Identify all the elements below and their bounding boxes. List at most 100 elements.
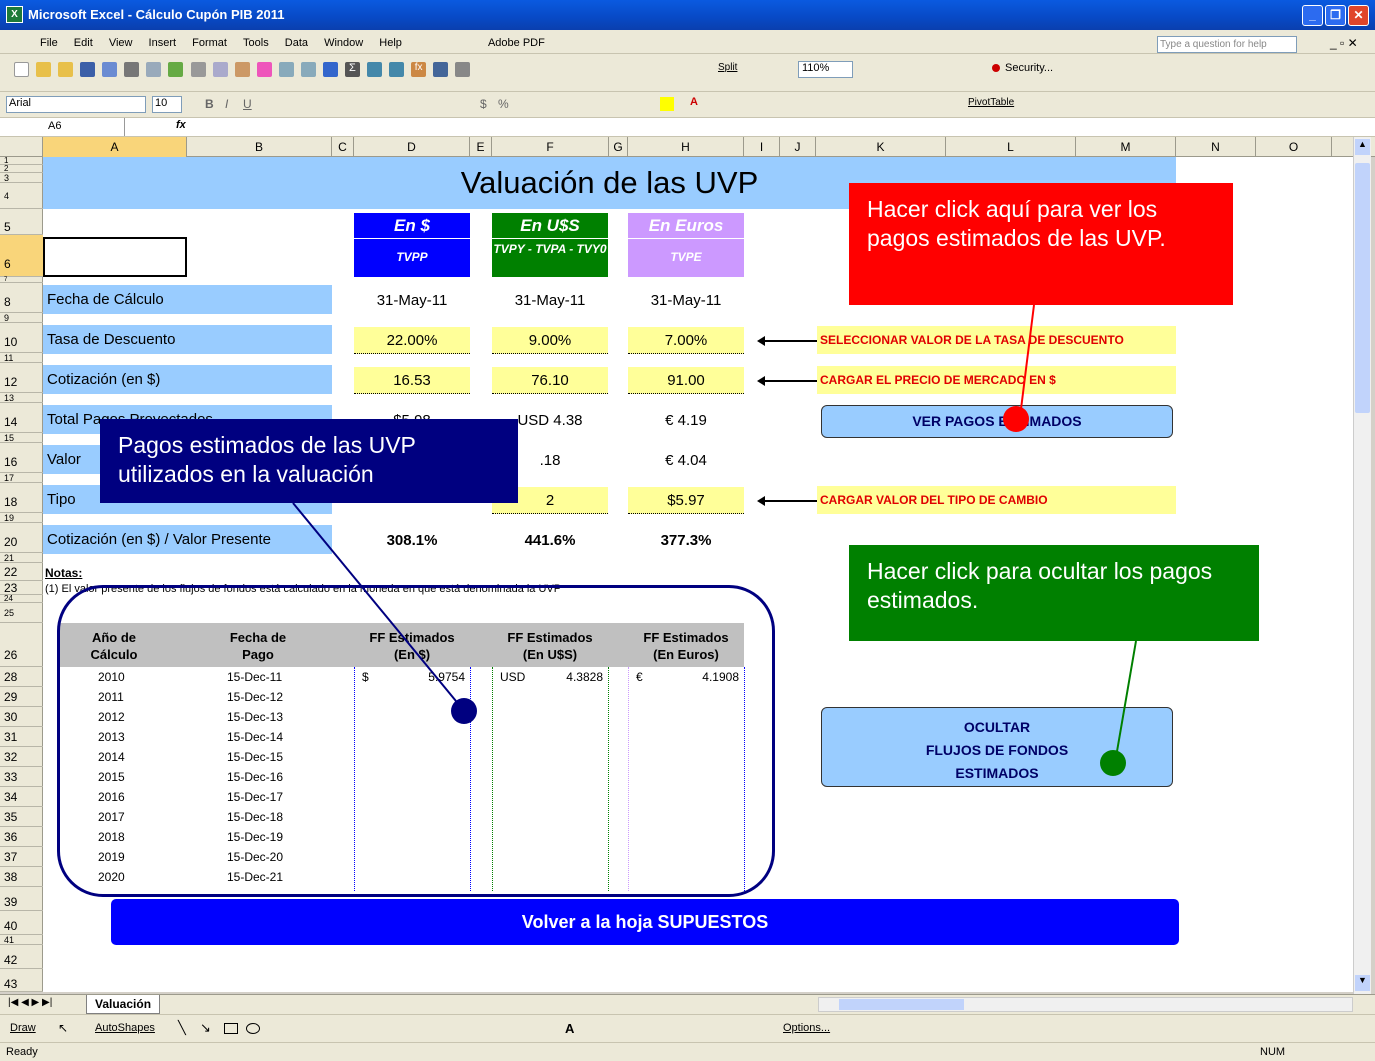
- row-header[interactable]: 5: [0, 209, 43, 235]
- permission-icon[interactable]: [102, 62, 118, 77]
- row-header[interactable]: 36: [0, 827, 43, 847]
- menu-view[interactable]: View: [109, 37, 133, 49]
- menu-help[interactable]: Help: [379, 37, 402, 49]
- print-preview-icon[interactable]: [146, 62, 162, 77]
- column-header-h[interactable]: H: [628, 137, 744, 157]
- menu-adobe-pdf[interactable]: Adobe PDF: [488, 37, 545, 49]
- column-header-m[interactable]: M: [1076, 137, 1176, 157]
- row-header[interactable]: 37: [0, 847, 43, 867]
- row-header[interactable]: 32: [0, 747, 43, 767]
- menu-window[interactable]: Window: [324, 37, 363, 49]
- sort-asc-icon[interactable]: [367, 62, 382, 77]
- column-header-f[interactable]: F: [492, 137, 609, 157]
- new-icon[interactable]: [14, 62, 29, 77]
- font-name-select[interactable]: Arial: [6, 96, 146, 113]
- tab-valuacion[interactable]: Valuación: [86, 995, 161, 1014]
- column-header-g[interactable]: G: [609, 137, 628, 157]
- row-header[interactable]: 38: [0, 867, 43, 887]
- cut-icon[interactable]: [190, 62, 206, 77]
- function-icon[interactable]: fx: [176, 119, 186, 131]
- formula-input[interactable]: [200, 118, 1370, 136]
- row-header[interactable]: 8: [0, 283, 43, 313]
- row-header[interactable]: 2: [0, 165, 43, 173]
- close-button[interactable]: ✕: [1348, 5, 1369, 26]
- function-icon[interactable]: fx: [411, 62, 427, 77]
- row-header[interactable]: 22: [0, 563, 43, 581]
- bold-button[interactable]: B: [205, 97, 214, 111]
- column-header-k[interactable]: K: [816, 137, 946, 157]
- row-header[interactable]: 31: [0, 727, 43, 747]
- font-color-draw-icon[interactable]: A: [565, 1021, 574, 1036]
- column-header-d[interactable]: D: [354, 137, 470, 157]
- font-size-select[interactable]: 10: [152, 96, 182, 113]
- copy-icon[interactable]: [212, 62, 228, 77]
- menu-insert[interactable]: Insert: [149, 37, 177, 49]
- menu-edit[interactable]: Edit: [74, 37, 93, 49]
- row-header[interactable]: 3: [0, 173, 43, 183]
- column-header-e[interactable]: E: [470, 137, 492, 157]
- column-header-b[interactable]: B: [187, 137, 332, 157]
- column-header-o[interactable]: O: [1256, 137, 1332, 157]
- row-header[interactable]: 13: [0, 393, 43, 403]
- percent-button[interactable]: %: [498, 97, 509, 111]
- row-header[interactable]: 16: [0, 443, 43, 473]
- row-header[interactable]: 18: [0, 483, 43, 513]
- row-header[interactable]: 29: [0, 687, 43, 707]
- row-header[interactable]: 14: [0, 403, 43, 433]
- options-button[interactable]: Options...: [783, 1022, 830, 1034]
- zoom-select[interactable]: 110%: [798, 61, 853, 78]
- column-header-j[interactable]: J: [780, 137, 816, 157]
- minimize-button[interactable]: _: [1302, 5, 1323, 26]
- row-header[interactable]: 33: [0, 767, 43, 787]
- undo-icon[interactable]: [278, 62, 294, 77]
- row-header[interactable]: 17: [0, 473, 43, 483]
- save-icon[interactable]: [80, 62, 96, 77]
- redo-icon[interactable]: [300, 62, 316, 77]
- row-header[interactable]: 43: [0, 969, 43, 992]
- row-header[interactable]: 9: [0, 313, 43, 323]
- open-folder-icon[interactable]: [58, 62, 74, 77]
- underline-button[interactable]: U: [243, 97, 252, 111]
- row-header[interactable]: 6: [0, 235, 43, 277]
- spelling-icon[interactable]: [168, 62, 184, 77]
- chart-wizard-icon[interactable]: [433, 62, 449, 77]
- scroll-down-icon[interactable]: ▼: [1355, 975, 1370, 991]
- select-objects-icon[interactable]: ↖: [58, 1021, 68, 1035]
- name-box[interactable]: A6: [0, 118, 125, 136]
- row-header[interactable]: 11: [0, 353, 43, 363]
- vertical-scrollbar[interactable]: ▲ ▼: [1353, 137, 1371, 994]
- row-header[interactable]: 23: [0, 581, 43, 595]
- sort-desc-icon[interactable]: [389, 62, 405, 77]
- row-header[interactable]: 4: [0, 183, 43, 209]
- split-button[interactable]: Split: [718, 62, 737, 73]
- maximize-button[interactable]: ❐: [1325, 5, 1346, 26]
- pivot-table-button[interactable]: PivotTable: [968, 97, 1014, 108]
- horizontal-scroll-thumb[interactable]: [839, 999, 964, 1010]
- horizontal-scrollbar[interactable]: [818, 997, 1353, 1012]
- row-header[interactable]: 35: [0, 807, 43, 827]
- row-header[interactable]: 28: [0, 667, 43, 687]
- row-header[interactable]: 20: [0, 523, 43, 553]
- hyperlink-icon[interactable]: [322, 62, 338, 77]
- row-header[interactable]: 21: [0, 553, 43, 563]
- security-button[interactable]: Security...: [1005, 62, 1053, 74]
- row-header[interactable]: 19: [0, 513, 43, 523]
- row-header[interactable]: 25: [0, 603, 43, 623]
- draw-menu[interactable]: Draw: [10, 1022, 36, 1034]
- menu-tools[interactable]: Tools: [243, 37, 269, 49]
- select-all-corner[interactable]: [0, 137, 43, 157]
- autoshapes-menu[interactable]: AutoShapes: [95, 1022, 155, 1034]
- arrow-icon[interactable]: ↘: [200, 1020, 211, 1036]
- drawing-icon[interactable]: [455, 62, 471, 77]
- format-painter-icon[interactable]: [256, 62, 272, 77]
- column-header-i[interactable]: I: [744, 137, 780, 157]
- row-header[interactable]: 26: [0, 623, 43, 667]
- row-header[interactable]: 34: [0, 787, 43, 807]
- menu-file[interactable]: File: [40, 37, 58, 49]
- row-header[interactable]: 40: [0, 911, 43, 935]
- row-header[interactable]: 24: [0, 595, 43, 603]
- help-search-input[interactable]: Type a question for help: [1157, 36, 1297, 53]
- column-header-a[interactable]: A: [43, 137, 187, 157]
- worksheet-grid[interactable]: Valuación de las UVP En $ TVPP En U$S TV…: [43, 157, 1353, 992]
- paste-icon[interactable]: [234, 62, 250, 77]
